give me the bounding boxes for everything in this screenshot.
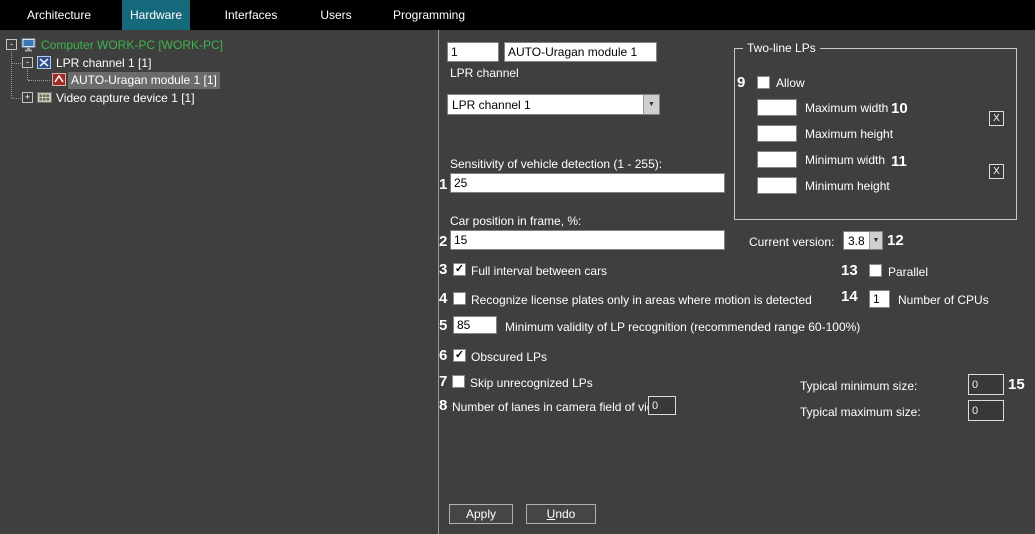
minimum-height-label: Minimum height: [805, 179, 890, 193]
sensitivity-input[interactable]: [450, 173, 725, 193]
chevron-down-icon[interactable]: ▼: [643, 95, 659, 114]
callout-9: 9: [737, 74, 745, 91]
application-window: Architecture Hardware Interfaces Users P…: [0, 0, 1035, 534]
typical-minimum-size-label: Typical minimum size:: [800, 379, 917, 393]
allow-checkbox[interactable]: [757, 76, 770, 89]
callout-12: 12: [887, 232, 904, 249]
lpr-channel-label: LPR channel: [450, 66, 519, 80]
tree-item-computer[interactable]: Computer WORK-PC [WORK-PC]: [41, 38, 223, 53]
undo-accelerator: U: [547, 507, 556, 521]
cpus-input[interactable]: [869, 290, 890, 308]
tree-item-video-capture[interactable]: Video capture device 1 [1]: [56, 91, 195, 106]
check-icon: ✓: [455, 263, 464, 275]
check-icon: ✓: [455, 349, 464, 361]
callout-6: 6: [439, 347, 447, 364]
tree-item-uragan-module[interactable]: AUTO-Uragan module 1 [1]: [68, 72, 220, 89]
tab-programming[interactable]: Programming: [386, 0, 472, 30]
computer-icon: [21, 38, 37, 52]
current-version-label: Current version:: [749, 235, 834, 249]
obscured-lps-label: Obscured LPs: [471, 350, 547, 364]
maximum-width-label: Maximum width: [805, 101, 888, 115]
clear-minimum-size-button[interactable]: X: [989, 164, 1004, 179]
undo-rest: ndo: [555, 507, 575, 521]
uragan-module-icon: [52, 73, 66, 86]
module-id-field[interactable]: [447, 42, 499, 62]
lpr-channel-select[interactable]: LPR channel 1 ▼: [447, 94, 660, 115]
allow-label: Allow: [776, 76, 805, 90]
callout-3: 3: [439, 261, 447, 278]
minimum-width-field[interactable]: [757, 151, 797, 168]
sensitivity-label: Sensitivity of vehicle detection (1 - 25…: [450, 157, 662, 171]
lanes-field[interactable]: [648, 396, 676, 415]
tab-architecture[interactable]: Architecture: [18, 0, 100, 30]
minimum-width-label: Minimum width: [805, 153, 885, 167]
car-position-input[interactable]: [450, 230, 725, 250]
typical-maximum-size-label: Typical maximum size:: [800, 405, 921, 419]
tree-connector-line: [28, 80, 50, 81]
full-interval-checkbox[interactable]: ✓: [453, 263, 466, 276]
typical-minimum-size-field[interactable]: [968, 374, 1004, 395]
min-validity-label: Minimum validity of LP recognition (reco…: [505, 320, 860, 334]
undo-button[interactable]: Undo: [526, 504, 596, 524]
full-interval-label: Full interval between cars: [471, 264, 607, 278]
cpus-label: Number of CPUs: [898, 293, 989, 307]
callout-15: 15: [1008, 376, 1025, 393]
typical-maximum-size-field[interactable]: [968, 400, 1004, 421]
car-position-label: Car position in frame, %:: [450, 214, 581, 228]
recognize-motion-checkbox[interactable]: [453, 292, 466, 305]
tab-hardware[interactable]: Hardware: [122, 0, 190, 30]
two-line-lps-group-title: Two-line LPs: [743, 41, 820, 55]
lpr-channel-selected-value: LPR channel 1: [448, 98, 643, 112]
callout-7: 7: [439, 373, 447, 390]
callout-14: 14: [841, 288, 858, 305]
callout-5: 5: [439, 317, 447, 334]
obscured-lps-checkbox[interactable]: ✓: [453, 349, 466, 362]
tree-connector-line: [27, 69, 28, 80]
recognize-motion-label: Recognize license plates only in areas w…: [471, 293, 812, 307]
tree-connector-line: [11, 51, 12, 98]
lpr-channel-icon: [37, 56, 51, 69]
callout-11: 11: [891, 153, 907, 170]
skip-unrecognized-checkbox[interactable]: [452, 375, 465, 388]
maximum-height-field[interactable]: [757, 125, 797, 142]
tree-expander-lpr-channel[interactable]: -: [22, 57, 33, 68]
callout-2: 2: [439, 233, 447, 250]
tab-users[interactable]: Users: [310, 0, 362, 30]
callout-1: 1: [439, 176, 447, 193]
skip-unrecognized-label: Skip unrecognized LPs: [470, 376, 593, 390]
parallel-label: Parallel: [888, 265, 928, 279]
tree-expander-video-capture[interactable]: +: [22, 92, 33, 103]
callout-8: 8: [439, 397, 447, 414]
lanes-label: Number of lanes in camera field of view:: [452, 400, 665, 414]
callout-13: 13: [841, 262, 858, 279]
video-capture-icon: [37, 91, 52, 104]
tab-interfaces[interactable]: Interfaces: [216, 0, 286, 30]
chevron-down-icon[interactable]: ▼: [869, 232, 882, 249]
parallel-checkbox[interactable]: [869, 264, 882, 277]
top-tab-bar: Architecture Hardware Interfaces Users P…: [0, 0, 1035, 30]
tree-connector-line: [12, 63, 21, 64]
callout-10: 10: [891, 100, 908, 117]
clear-maximum-size-button[interactable]: X: [989, 111, 1004, 126]
tree-expander-computer[interactable]: -: [6, 39, 17, 50]
current-version-value: 3.8: [844, 234, 869, 248]
minimum-height-field[interactable]: [757, 177, 797, 194]
callout-4: 4: [439, 290, 447, 307]
current-version-select[interactable]: 3.8 ▼: [843, 231, 883, 250]
maximum-width-field[interactable]: [757, 99, 797, 116]
min-validity-input[interactable]: [453, 316, 497, 334]
module-name-field[interactable]: [504, 42, 657, 62]
tree-connector-line: [12, 98, 21, 99]
tree-item-lpr-channel[interactable]: LPR channel 1 [1]: [56, 56, 151, 71]
maximum-height-label: Maximum height: [805, 127, 893, 141]
apply-button[interactable]: Apply: [449, 504, 513, 524]
